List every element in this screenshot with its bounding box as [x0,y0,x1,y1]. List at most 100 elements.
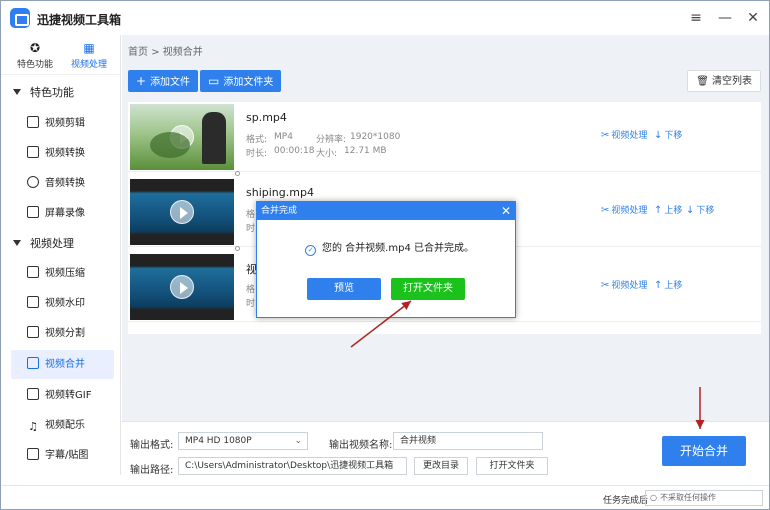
section-video-processing[interactable]: 视频处理 [1,231,121,257]
format-label: 格式: [246,135,268,145]
drag-handle-icon[interactable] [235,171,240,176]
start-merge-button[interactable]: 开始合并 [662,436,746,466]
output-name-input[interactable]: 合并视频 [393,432,543,450]
move-up-link[interactable]: ↑ 上移 [654,278,682,291]
scissors-icon: ✂ [601,280,610,291]
resolution-label: 分辨率: [316,135,347,145]
sidebar-item-video-split[interactable]: 视频分割 [11,319,114,348]
tab-video-processing[interactable]: ▦ 视频处理 [61,39,117,73]
section-featured[interactable]: 特色功能 [1,80,121,106]
output-format-value: MP4 HD 1080P [185,436,252,446]
sidebar-item-video-merge[interactable]: 视频合并 [11,350,114,379]
scissors-icon: ✂ [601,205,610,216]
add-folder-label: 添加文件夹 [223,77,274,88]
add-folder-button[interactable]: ▭ 添加文件夹 [200,70,282,92]
sidebar-item-label: 视频分割 [45,328,85,339]
file-name: shiping.mp4 [246,186,314,199]
play-icon[interactable] [170,275,194,299]
size-label: 大小: [316,149,338,159]
tab-video-processing-label: 视频处理 [70,60,107,70]
gif-icon [27,388,39,400]
add-file-button[interactable]: + 添加文件 [128,70,199,92]
format-label: 格 [246,210,256,220]
move-down-link[interactable]: ↓ 下移 [686,203,714,216]
output-format-select[interactable]: MP4 HD 1080P ⌄ [178,432,308,450]
sidebar-item-video-edit[interactable]: 视频剪辑 [11,109,114,138]
sidebar-item-audio-convert[interactable]: 音频转换 [11,169,114,198]
video-thumbnail [130,254,234,320]
sidebar-item-label: 屏幕录像 [45,208,85,219]
after-task-label: 任务完成后 [603,496,649,506]
video-process-link[interactable]: ✂ 视频处理 [601,278,647,291]
tab-featured-label: 特色功能 [16,60,53,70]
film-icon: ▦ [83,41,95,55]
sidebar-item-screen-record[interactable]: 屏幕录像 [11,199,114,228]
open-output-folder-button[interactable]: 打开文件夹 [476,457,548,475]
dialog-title: 合并完成 [261,206,298,216]
format-value: MP4 [274,132,293,142]
sidebar-item-subtitle[interactable]: 字幕/贴图 [11,441,114,470]
dialog-close-icon[interactable]: ✕ [501,202,511,220]
convert-icon [27,146,39,158]
clear-list-button[interactable]: 🗑 清空列表 [687,70,761,92]
close-icon[interactable]: ✕ [744,9,762,27]
drag-handle-icon[interactable] [235,246,240,251]
duration-label: 时长: [246,149,268,159]
after-task-select[interactable]: ○ 不采取任何操作 [645,490,763,506]
video-process-link[interactable]: ✂ 视频处理 [601,203,647,216]
section-label: 视频处理 [30,237,74,250]
action-label: 下移 [664,131,683,141]
screen-record-icon [27,206,39,218]
output-path-input[interactable]: C:\Users\Administrator\Desktop\迅捷视频工具箱 [178,457,407,475]
minimize-icon[interactable]: — [716,9,734,27]
menu-icon[interactable]: ≡ [687,9,705,27]
duration-label: 时 [246,224,256,234]
app-title: 迅捷视频工具箱 [37,13,122,27]
split-icon [27,326,39,338]
file-name: sp.mp4 [246,111,287,124]
arrow-up-icon: ↑ [654,205,663,216]
sidebar-item-label: 视频压缩 [45,268,85,279]
output-settings: 输出格式: MP4 HD 1080P ⌄ 输出视频名称: 合并视频 输出路径: … [122,421,769,476]
chevron-down-icon: ⌄ [294,436,302,446]
video-thumbnail [130,179,234,245]
move-up-link[interactable]: ↑ 上移 [654,203,682,216]
sidebar-item-video-watermark[interactable]: 视频水印 [11,289,114,318]
scissors-icon [27,116,39,128]
sidebar-item-label: 字幕/贴图 [45,450,89,461]
file-row[interactable]: sp.mp4 格式: MP4 分辨率: 1920*1080 时长: 00:00:… [128,102,761,172]
output-format-label: 输出格式: [130,440,174,451]
plus-icon: + [136,74,147,88]
title-bar: 迅捷视频工具箱 ≡ — ✕ [1,1,769,35]
app-logo-icon [10,8,30,28]
sidebar-item-video-music[interactable]: ♫ 视频配乐 [11,411,114,440]
breadcrumb-current: 视频合并 [162,47,203,58]
play-icon[interactable] [170,125,194,149]
open-folder-button[interactable]: 打开文件夹 [391,278,465,300]
video-process-link[interactable]: ✂ 视频处理 [601,128,647,141]
output-path-label: 输出路径: [130,465,174,476]
breadcrumb-home[interactable]: 首页 [128,47,148,58]
sidebar-item-label: 视频水印 [45,298,85,309]
sidebar-item-label: 视频配乐 [45,420,85,431]
watermark-icon [27,296,39,308]
app-window: 迅捷视频工具箱 ≡ — ✕ ✪ 特色功能 ▦ 视频处理 特色功能 视频剪辑 视频… [0,0,770,510]
change-dir-button[interactable]: 更改目录 [414,457,468,475]
preview-button[interactable]: 预览 [307,278,381,300]
sidebar-item-label: 视频转换 [45,148,85,159]
dialog-message: ✓ 您的 合并视频.mp4 已合并完成。 [305,239,474,256]
breadcrumb: 首页 > 视频合并 [128,43,203,58]
sidebar-item-video-convert[interactable]: 视频转换 [11,139,114,168]
sidebar-item-video-compress[interactable]: 视频压缩 [11,259,114,288]
star-icon: ✪ [29,41,41,55]
folder-icon: ▭ [208,74,220,88]
action-label: 视频处理 [611,206,648,216]
dialog-header: 合并完成 ✕ [257,202,515,220]
tab-featured[interactable]: ✪ 特色功能 [7,39,63,73]
subtitle-icon [27,448,39,460]
music-icon: ♫ [28,420,38,433]
action-label: 上移 [664,206,683,216]
sidebar-item-video-gif[interactable]: 视频转GIF [11,381,114,410]
play-icon[interactable] [170,200,194,224]
move-down-link[interactable]: ↓ 下移 [654,128,682,141]
